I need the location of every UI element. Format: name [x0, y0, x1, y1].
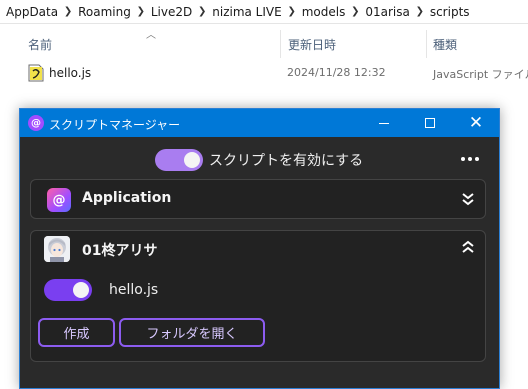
master-toggle-row: スクリプトを有効にする — [155, 148, 363, 172]
close-button[interactable]: ✕ — [453, 109, 499, 137]
minimize-button[interactable] — [361, 109, 407, 137]
chevron-right-icon[interactable]: ❯ — [415, 6, 425, 17]
script-row — [44, 279, 92, 301]
chevron-right-icon[interactable]: ❯ — [197, 6, 207, 17]
breadcrumb-item[interactable]: nizima LIVE — [212, 5, 281, 19]
title-bar[interactable]: @ スクリプトマネージャー ✕ — [20, 109, 499, 137]
column-header-name[interactable]: 名前 — [28, 36, 52, 53]
model-avatar — [44, 236, 70, 262]
maximize-button[interactable] — [407, 109, 453, 137]
file-type: JavaScript ファイル — [433, 68, 528, 81]
model-section: 01柊アリサ hello.js 作成 フォルダを開く — [30, 230, 486, 362]
chevron-right-icon[interactable]: ❯ — [136, 6, 146, 17]
breadcrumb-item[interactable]: models — [302, 5, 346, 19]
column-headers: ︿ 名前 更新日時 種類 — [0, 24, 528, 62]
script-name: hello.js — [109, 282, 159, 298]
column-divider[interactable] — [280, 30, 281, 58]
maximize-icon — [425, 118, 435, 128]
window-content: スクリプトを有効にする @ Application 01柊アリサ hello.j… — [20, 137, 499, 388]
nizima-app-icon: @ — [47, 188, 71, 212]
close-icon: ✕ — [468, 112, 484, 133]
open-folder-button[interactable]: フォルダを開く — [119, 318, 265, 347]
master-enable-toggle[interactable] — [155, 149, 203, 171]
minimize-icon — [379, 122, 389, 124]
column-header-date[interactable]: 更新日時 — [288, 36, 336, 53]
breadcrumb: AppData ❯ Roaming ❯ Live2D ❯ nizima LIVE… — [0, 0, 528, 24]
toggle-knob — [73, 282, 89, 298]
file-row[interactable]: hello.js 2024/11/28 12:32 JavaScript ファイ… — [20, 62, 528, 84]
model-title: 01柊アリサ — [82, 243, 158, 259]
breadcrumb-item[interactable]: Live2D — [151, 5, 192, 19]
breadcrumb-item[interactable]: AppData — [6, 5, 58, 19]
application-section[interactable]: @ Application — [30, 179, 486, 219]
file-date: 2024/11/28 12:32 — [287, 66, 386, 79]
create-script-button[interactable]: 作成 — [38, 318, 115, 347]
double-chevron-up-icon[interactable] — [461, 239, 475, 255]
window-title: スクリプトマネージャー — [49, 118, 181, 132]
breadcrumb-item[interactable]: 01arisa — [365, 5, 410, 19]
master-toggle-label: スクリプトを有効にする — [209, 153, 364, 169]
script-enable-toggle[interactable] — [44, 279, 92, 301]
script-manager-window: @ スクリプトマネージャー ✕ スクリプトを有効にする @ Applicatio… — [19, 108, 500, 389]
more-options-icon[interactable] — [461, 157, 479, 161]
chevron-right-icon[interactable]: ❯ — [350, 6, 360, 17]
column-divider[interactable] — [426, 30, 427, 58]
sort-up-icon: ︿ — [146, 30, 156, 41]
chevron-right-icon[interactable]: ❯ — [287, 6, 297, 17]
chevron-right-icon[interactable]: ❯ — [63, 6, 73, 17]
double-chevron-down-icon[interactable] — [461, 191, 475, 207]
column-header-type[interactable]: 種類 — [433, 36, 457, 53]
breadcrumb-item[interactable]: Roaming — [78, 5, 131, 19]
breadcrumb-item[interactable]: scripts — [430, 5, 470, 19]
js-file-icon — [28, 64, 44, 82]
section-title: Application — [82, 190, 172, 206]
toggle-knob — [184, 152, 200, 168]
file-name: hello.js — [49, 66, 92, 80]
nizima-app-icon: @ — [28, 115, 44, 131]
